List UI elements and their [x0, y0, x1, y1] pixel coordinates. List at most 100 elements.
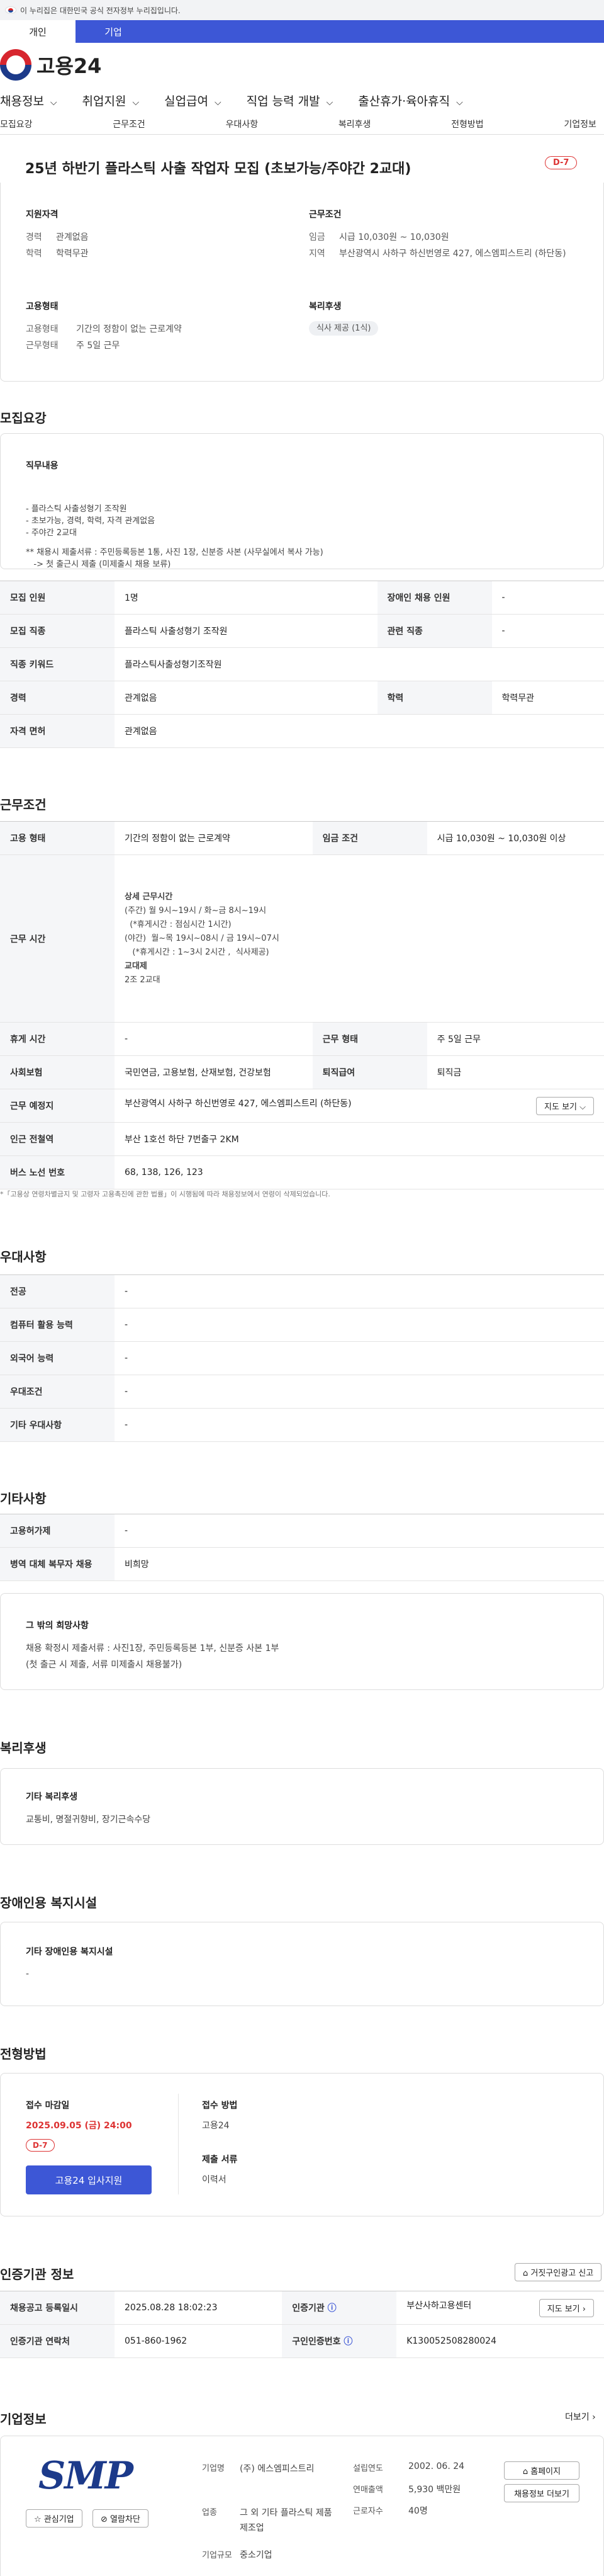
table-cell: 관계없음	[115, 681, 378, 715]
career-label: 경력	[26, 232, 42, 242]
tab-process[interactable]: 전형방법	[451, 118, 484, 130]
table-row: 우대조건 -	[0, 1375, 604, 1409]
report-button[interactable]: ⌂ 거짓구인광고 신고	[515, 2263, 602, 2281]
qual-title: 지원자격	[26, 210, 59, 220]
table-cell: -	[491, 614, 604, 648]
table-cell: 부산 1호선 하단 7번출구 2KM	[115, 1122, 604, 1156]
tab-company[interactable]: 기업	[76, 20, 151, 43]
table-cell: 부산사하고용센터 지도 보기 ›	[396, 2291, 604, 2325]
site-logo[interactable]: 고용24	[0, 43, 604, 87]
sales-label: 연매출액	[353, 2485, 383, 2495]
table-cell: 플라스틱사출성형기조작원	[115, 647, 604, 681]
chevron-down-icon: ⌵	[326, 97, 333, 108]
nav-item-jobs[interactable]: 채용정보 ⌵	[0, 92, 67, 109]
nav-item-leave[interactable]: 출산휴가·육아휴직 ⌵	[358, 92, 473, 109]
table-cell: 퇴직금	[427, 1055, 604, 1089]
agency-map-button[interactable]: 지도 보기 ›	[539, 2298, 594, 2317]
table-cell: -	[491, 581, 604, 615]
duty-card: 직무내용 - 플라스틱 사출성형기 조작원 - 초보가능, 경력, 학력, 자격 …	[0, 433, 604, 569]
nav-item-unemployment[interactable]: 실업급여 ⌵	[164, 92, 232, 109]
korea-flag-icon	[5, 6, 16, 14]
table-row: 자격 면허 관계없음	[0, 714, 604, 748]
tab-preference[interactable]: 우대사항	[226, 118, 259, 130]
table-cell: 학력무관	[491, 681, 604, 715]
work-table: 고용 형태 기간의 정함이 없는 근로계약 임금 조건 시급 10,030원 ~ 10…	[0, 821, 604, 1189]
table-cell: 퇴직급여	[312, 1055, 427, 1089]
table-cell: -	[115, 1341, 604, 1375]
tab-company[interactable]: 기업정보	[564, 118, 596, 130]
gov-banner-text: 이 누리집은 대한민국 공식 전자정부 누리집입니다.	[20, 6, 181, 15]
fav-company-button[interactable]: ☆ 관심기업	[26, 2509, 82, 2528]
age-note: *「고용상 연령차별금지 및 고령자 고용촉진에 관한 법률」이 시행됨에 따라…	[0, 1190, 330, 1198]
table-row: 근무 예정지 부산광역시 사하구 하신번영로 427, 에스엠피스트리 (하단동)…	[0, 1089, 604, 1123]
table-cell: 전공	[0, 1274, 115, 1308]
info-icon: ⓘ	[327, 2303, 337, 2313]
table-cell: 근무 시간	[0, 854, 115, 1023]
process-card: 접수 마감일 2025.09.05 (금) 24:00 D-7 고용24 입사지…	[0, 2073, 604, 2216]
loc-value: 부산광역시 사하구 하신번영로 427, 에스엠피스트리 (하단동)	[339, 249, 566, 259]
chevron-down-icon: ⌵	[50, 97, 57, 108]
sales-value: 5,930 백만원	[408, 2485, 461, 2495]
company-logo: SMP	[38, 2454, 133, 2498]
table-cell: 근무 예정지	[0, 1089, 115, 1123]
est-value: 2002. 06. 24	[408, 2461, 465, 2471]
tab-work[interactable]: 근무조건	[113, 118, 145, 130]
nav-item-training[interactable]: 직업 능력 개발 ⌵	[247, 92, 344, 109]
table-cell: 임금 조건	[312, 821, 427, 855]
deadline-label: 접수 마감일	[26, 2101, 70, 2111]
table-cell: -	[115, 1408, 604, 1442]
loc-label: 지역	[309, 249, 325, 259]
table-cell: 관계없음	[115, 714, 604, 748]
table-row: 근무 시간 상세 근무시간 (주간) 월 9시~19시 / 화~금 8시~19시…	[0, 854, 604, 1023]
method-label: 접수 방법	[202, 2101, 238, 2111]
welfare-badge: 식사 제공 (1식)	[309, 321, 379, 336]
table-cell: 장애인 채용 인원	[377, 581, 492, 615]
table-cell: 051-860-1962	[115, 2324, 282, 2358]
table-cell: 관련 직종	[377, 614, 492, 648]
more-jobs-button[interactable]: 채용정보 더보기	[504, 2484, 579, 2502]
info-icon: ⓘ	[344, 2337, 353, 2347]
docs-label: 제출 서류	[202, 2155, 238, 2165]
map-button[interactable]: 지도 보기 ⌵	[536, 1096, 594, 1115]
apply-button[interactable]: 고용24 입사지원	[26, 2165, 152, 2194]
block-button[interactable]: ⊘ 열람차단	[92, 2509, 148, 2528]
benefit-title: 복리후생	[0, 1740, 47, 1756]
nav-item-employment-support[interactable]: 취업지원 ⌵	[82, 92, 150, 109]
summary-card: 지원자격 경력 관계없음 학력 학력무관 근무조건 임금 시급 10,030원 ~ 1…	[0, 183, 604, 382]
disabled-card: 기타 장애인용 복지시설 -	[0, 1922, 604, 2006]
emptype-label: 고용형태	[26, 324, 59, 334]
tab-welfare[interactable]: 복리후생	[338, 118, 371, 130]
table-row: 컴퓨터 활용 능력 -	[0, 1308, 604, 1342]
etc-table: 고용허가제 - 병역 대체 복무자 채용 비희망	[0, 1514, 604, 1581]
benefit-sub: 기타 복리후생	[26, 1792, 78, 1802]
table-cell: 우대조건	[0, 1375, 115, 1409]
welfare-title: 복리후생	[309, 302, 342, 312]
career-value: 관계없음	[56, 232, 89, 242]
table-cell: 구인인증번호 ⓘ	[282, 2324, 397, 2358]
agency-table: 채용공고 등록일시 2025.08.28 18:02:23 인증기관 ⓘ 부산사하고용…	[0, 2291, 604, 2358]
table-row: 채용공고 등록일시 2025.08.28 18:02:23 인증기관 ⓘ 부산사하고용…	[0, 2291, 604, 2325]
chevron-down-icon: ⌵	[215, 97, 221, 108]
job-title: 25년 하반기 플라스틱 사출 작업자 모집 (초보가능/주야간 2교대)	[25, 161, 411, 177]
company-more-link[interactable]: 더보기 ›	[565, 2410, 596, 2423]
table-cell: 시급 10,030원 ~ 10,030원 이상	[427, 821, 604, 855]
divider	[178, 2094, 179, 2194]
goyong24-logo-icon	[0, 49, 31, 81]
table-cell: 자격 면허	[0, 714, 115, 748]
cond-title: 근무조건	[309, 210, 342, 220]
table-cell: 채용공고 등록일시	[0, 2291, 115, 2325]
other-text: 채용 확정시 제출서류 : 사진1장, 주민등록등본 1부, 신분증 사본 1부…	[26, 1643, 279, 1670]
table-row: 휴게 시간 - 근무 형태 주 5일 근무	[0, 1022, 604, 1056]
company-card: SMP ☆ 관심기업 ⊘ 열람차단 기업명 (주) 에스엠피스트리 업종 그 외…	[0, 2436, 604, 2576]
tab-recruit[interactable]: 모집요강	[0, 118, 33, 130]
homepage-button[interactable]: ⌂ 홈페이지	[504, 2461, 579, 2480]
table-row: 직종 키워드 플라스틱사출성형기조작원	[0, 647, 604, 681]
edu-value: 학력무관	[56, 249, 89, 259]
tab-personal[interactable]: 개인	[0, 20, 76, 43]
table-cell: 인근 전철역	[0, 1122, 115, 1156]
table-cell: 인증기관 ⓘ	[282, 2291, 397, 2325]
emp-label: 근로자수	[353, 2507, 383, 2516]
table-cell: 근무 형태	[312, 1022, 427, 1056]
table-cell: 1명	[115, 581, 378, 615]
table-row: 사회보험 국민연금, 고용보험, 산재보험, 건강보험 퇴직급여 퇴직금	[0, 1055, 604, 1089]
